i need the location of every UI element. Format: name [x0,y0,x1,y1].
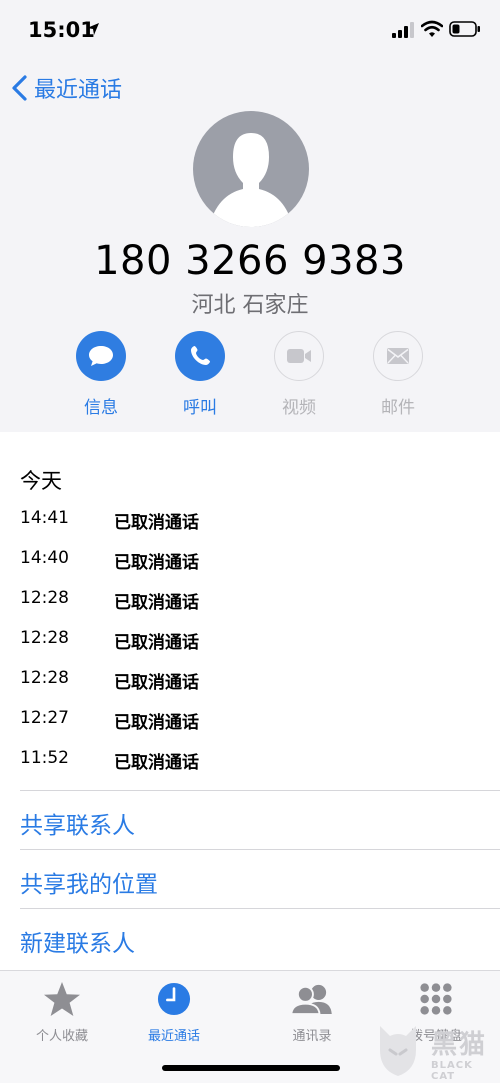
back-button[interactable]: 最近通话 [10,72,122,104]
video-camera-icon [287,349,311,363]
location-arrow-icon [87,23,99,35]
message-action-label: 信息 [84,398,118,418]
watermark-text: 黑猫 [431,1030,488,1060]
call-status: 已取消通话 [114,753,199,773]
message-action-button[interactable] [76,331,126,381]
contacts-icon [290,984,332,1015]
call-time: 12:28 [20,668,69,688]
video-action-button[interactable] [274,331,324,381]
mail-icon [387,348,409,364]
wifi-icon [421,20,443,37]
avatar [193,111,309,227]
divider [20,790,500,791]
call-history-row: 12:28 已取消通话 [20,628,480,654]
call-history-row: 14:40 已取消通话 [20,548,480,574]
call-action[interactable]: 呼叫 [160,331,240,418]
call-time: 11:52 [20,748,69,768]
call-status: 已取消通话 [114,593,199,613]
divider [20,849,500,850]
number-location: 河北 石家庄 [191,293,309,318]
back-label: 最近通话 [34,78,123,103]
tab-contacts-label: 通讯录 [292,1029,332,1044]
status-time: 15:01 [28,18,95,42]
star-icon [44,981,80,1017]
mail-action-button[interactable] [373,331,423,381]
call-history-row: 12:28 已取消通话 [20,588,480,614]
tab-favorites[interactable]: 个人收藏 [12,979,112,1044]
divider [20,908,500,909]
mail-action[interactable]: 邮件 [358,331,438,418]
history-date-header: 今天 [20,469,62,493]
tab-recents-label: 最近通话 [147,1029,200,1044]
phone-icon [191,346,210,365]
tab-favorites-label: 个人收藏 [35,1029,88,1044]
phone-number[interactable]: 180 3266 9383 [0,238,500,284]
mail-action-label: 邮件 [381,398,415,418]
video-action[interactable]: 视频 [259,331,339,418]
tab-recents[interactable]: 最近通话 [124,979,224,1044]
message-bubble-icon [89,346,113,366]
call-history-row: 11:52 已取消通话 [20,748,480,774]
call-status: 已取消通话 [114,673,199,693]
call-time: 12:28 [20,588,69,608]
share-location-link[interactable]: 共享我的位置 [20,865,158,899]
call-history-row: 12:27 已取消通话 [20,708,480,734]
call-time: 14:41 [20,508,69,528]
call-status: 已取消通话 [114,513,199,533]
keypad-icon [420,983,452,1015]
clock-icon [157,982,191,1016]
call-status: 已取消通话 [114,553,199,573]
tab-contacts[interactable]: 通讯录 [262,979,362,1044]
call-status: 已取消通话 [114,633,199,653]
call-action-label: 呼叫 [183,398,217,418]
call-time: 12:28 [20,628,69,648]
share-contact-link[interactable]: 共享联系人 [20,806,135,840]
home-indicator [162,1065,340,1071]
new-contact-link[interactable]: 新建联系人 [20,924,135,958]
battery-icon [449,21,480,37]
call-history-row: 12:28 已取消通话 [20,668,480,694]
person-silhouette-icon [209,133,293,227]
call-status: 已取消通话 [114,713,199,733]
call-time: 14:40 [20,548,69,568]
cellular-signal-icon [392,22,414,38]
message-action[interactable]: 信息 [61,331,141,418]
call-action-button[interactable] [175,331,225,381]
video-action-label: 视频 [282,398,316,418]
call-history-row: 14:41 已取消通话 [20,508,480,534]
watermark-subtext: BLACK CAT [431,1060,473,1082]
chevron-left-icon [12,75,27,101]
call-time: 12:27 [20,708,69,728]
status-bar: 15:01 [0,0,500,60]
